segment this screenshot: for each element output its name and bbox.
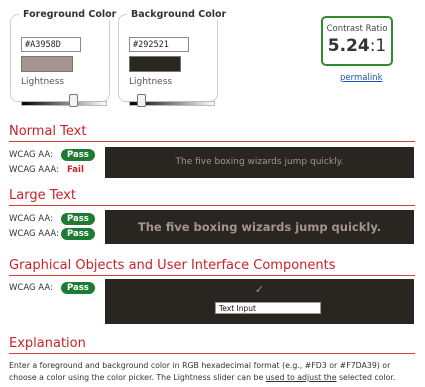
explanation-text: Enter a foreground and background color … [9, 360, 419, 384]
explanation-heading: Explanation [9, 336, 86, 351]
contrast-ratio-number: 5.24 [327, 36, 370, 56]
foreground-color-picker[interactable] [21, 56, 73, 72]
normal-aa-pass-badge: Pass [61, 149, 95, 161]
background-title: Background Color [127, 9, 231, 20]
background-lightness-label: Lightness [129, 77, 173, 87]
large-text-heading: Large Text [9, 188, 76, 203]
large-aa-label: WCAG AA: [9, 214, 53, 224]
explanation-line-1: Enter a foreground and background color … [9, 361, 391, 370]
large-text-divider [9, 205, 415, 206]
normal-aaa-label: WCAG AAA: [9, 165, 59, 175]
large-aaa-pass-badge: Pass [61, 228, 95, 240]
normal-text-heading: Normal Text [9, 124, 87, 139]
background-lightness-slider-thumb[interactable] [137, 94, 147, 107]
graphics-divider [9, 275, 415, 276]
background-panel: Background Color Lightness [118, 9, 231, 107]
explanation-line-2-start: choose a color using the color picker. T… [9, 373, 266, 382]
normal-text-preview: The five boxing wizards jump quickly. [105, 147, 414, 178]
normal-text-divider [9, 141, 415, 142]
background-hex-input[interactable] [129, 37, 189, 52]
normal-aa-label: WCAG AA: [9, 150, 53, 160]
foreground-lightness-slider-thumb[interactable] [68, 94, 78, 107]
graphics-heading: Graphical Objects and User Interface Com… [9, 258, 336, 273]
demo-text-input[interactable] [215, 302, 321, 314]
explanation-line-2: choose a color using the color picker. T… [9, 372, 419, 384]
foreground-hex-input[interactable] [21, 37, 81, 52]
explanation-line-2-end: selected color. [336, 373, 396, 382]
foreground-panel: Foreground Color Lightness [10, 9, 121, 107]
large-aaa-label: WCAG AAA: [9, 229, 59, 239]
graphics-aa-label: WCAG AA: [9, 283, 53, 293]
permalink-link[interactable]: permalink [340, 73, 383, 83]
graphics-aa-pass-badge: Pass [61, 282, 95, 294]
large-aa-pass-badge: Pass [61, 213, 95, 225]
explanation-divider [9, 353, 415, 354]
foreground-title: Foreground Color [19, 9, 121, 20]
foreground-lightness-track[interactable] [21, 101, 107, 106]
normal-aaa-fail-text: Fail [67, 165, 84, 175]
contrast-ratio-value: 5.24:1 [323, 36, 391, 56]
checkmark-icon: ✓ [254, 283, 265, 296]
large-text-preview: The five boxing wizards jump quickly. [105, 210, 414, 244]
foreground-lightness-label: Lightness [21, 77, 65, 87]
explanation-adjust-link[interactable]: used to adjust the [266, 373, 337, 382]
graphics-preview: ✓ [105, 279, 414, 324]
contrast-ratio-suffix: :1 [369, 36, 387, 56]
contrast-ratio-box: Contrast Ratio 5.24:1 [321, 16, 393, 66]
background-color-picker[interactable] [129, 56, 181, 72]
contrast-ratio-label: Contrast Ratio [326, 24, 388, 34]
